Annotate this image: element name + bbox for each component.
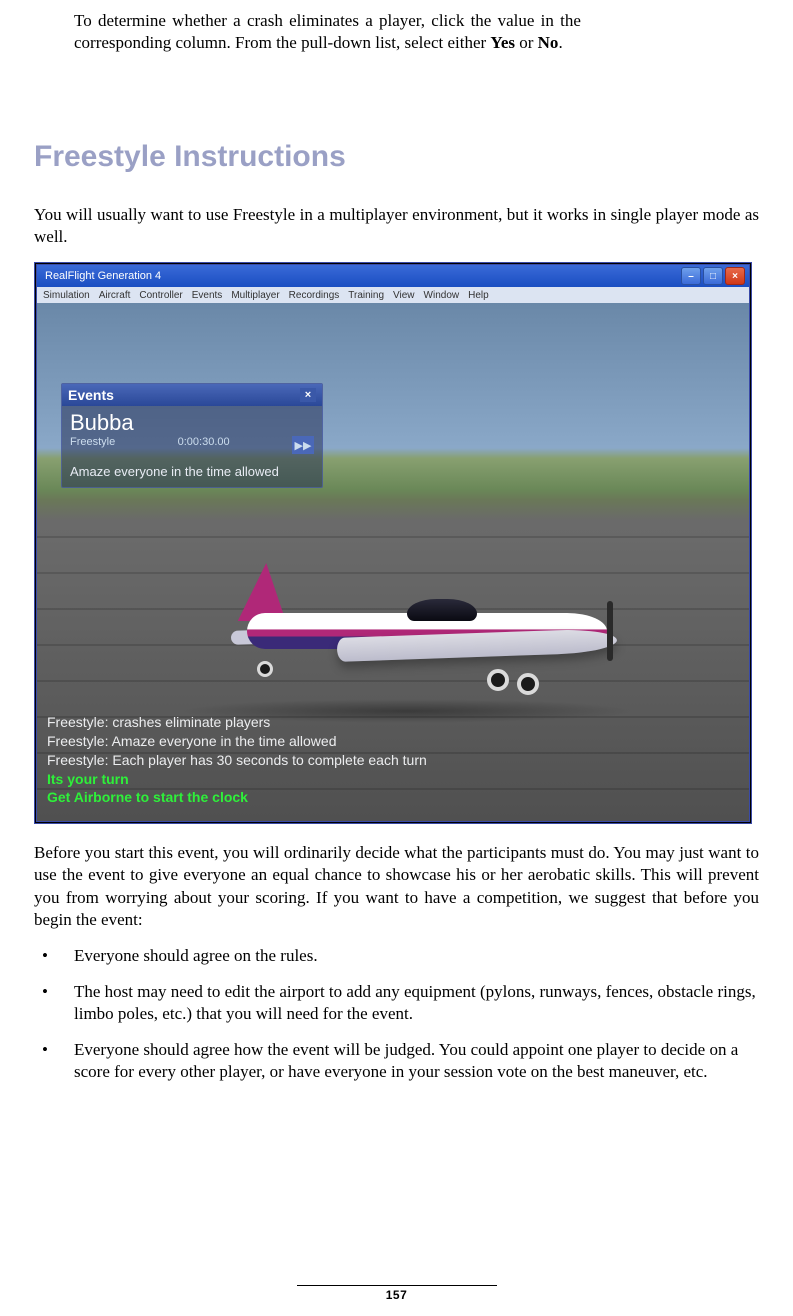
window-titlebar: RealFlight Generation 4 – □ × <box>37 265 749 287</box>
aircraft-canopy <box>407 599 477 621</box>
intro-line2a: corresponding column. From the pull-down… <box>74 33 490 52</box>
aircraft-tailwheel <box>257 661 273 677</box>
aircraft-wheel <box>487 669 509 691</box>
aircraft <box>187 543 647 703</box>
menu-window[interactable]: Window <box>424 290 460 301</box>
status-line-3: Freestyle: Each player has 30 seconds to… <box>47 751 427 770</box>
menu-events[interactable]: Events <box>192 290 223 301</box>
minimize-button[interactable]: – <box>681 267 701 285</box>
events-panel-body: Bubba Freestyle 0:00:30.00 ▶▶ Amaze ever… <box>62 406 322 487</box>
list-item: Everyone should agree how the event will… <box>40 1039 759 1083</box>
status-turn-line: Its your turn <box>47 770 427 789</box>
bullet-list: Everyone should agree on the rules. The … <box>34 945 759 1083</box>
player-name: Bubba <box>70 410 314 436</box>
status-line-2: Freestyle: Amaze everyone in the time al… <box>47 732 427 751</box>
scene-viewport: Events × Bubba Freestyle 0:00:30.00 ▶▶ A… <box>37 303 749 821</box>
list-item: The host may need to edit the airport to… <box>40 981 759 1025</box>
intro-period: . <box>558 33 562 52</box>
freestyle-intro-paragraph: You will usually want to use Freestyle i… <box>34 204 759 248</box>
pre-event-paragraph: Before you start this event, you will or… <box>34 842 759 930</box>
menu-view[interactable]: View <box>393 290 415 301</box>
play-icon[interactable]: ▶▶ <box>292 436 314 454</box>
events-panel: Events × Bubba Freestyle 0:00:30.00 ▶▶ A… <box>61 383 323 488</box>
aircraft-wheel <box>517 673 539 695</box>
aircraft-propeller <box>607 601 613 661</box>
menu-help[interactable]: Help <box>468 290 489 301</box>
app-screenshot: RealFlight Generation 4 – □ × Simulation… <box>34 262 752 824</box>
events-panel-message: Amaze everyone in the time allowed <box>70 464 314 479</box>
close-button[interactable]: × <box>725 267 745 285</box>
intro-paragraph: To determine whether a crash eliminates … <box>74 10 759 54</box>
menu-controller[interactable]: Controller <box>139 290 182 301</box>
list-item: Everyone should agree on the rules. <box>40 945 759 967</box>
menu-aircraft[interactable]: Aircraft <box>99 290 131 301</box>
status-text-block: Freestyle: crashes eliminate players Fre… <box>47 713 427 807</box>
menu-bar: Simulation Aircraft Controller Events Mu… <box>37 287 749 303</box>
maximize-button[interactable]: □ <box>703 267 723 285</box>
intro-or: or <box>515 33 538 52</box>
intro-yes: Yes <box>490 33 515 52</box>
menu-recordings[interactable]: Recordings <box>289 290 340 301</box>
status-airborne-line: Get Airborne to start the clock <box>47 788 427 807</box>
intro-line1: To determine whether a crash eliminates … <box>74 11 581 30</box>
page-number: 157 <box>0 1288 793 1302</box>
page-footer: 157 <box>0 1285 793 1302</box>
window-title: RealFlight Generation 4 <box>41 270 679 282</box>
event-mode-label: Freestyle <box>70 436 115 454</box>
footer-rule <box>297 1285 497 1286</box>
menu-simulation[interactable]: Simulation <box>43 290 90 301</box>
intro-no: No <box>538 33 559 52</box>
section-heading: Freestyle Instructions <box>34 140 759 174</box>
event-timer: 0:00:30.00 <box>178 436 230 454</box>
menu-multiplayer[interactable]: Multiplayer <box>231 290 279 301</box>
status-line-1: Freestyle: crashes eliminate players <box>47 713 427 732</box>
events-panel-header[interactable]: Events × <box>62 384 322 406</box>
events-panel-close-icon[interactable]: × <box>300 388 316 402</box>
menu-training[interactable]: Training <box>348 290 384 301</box>
events-panel-title: Events <box>68 387 300 403</box>
